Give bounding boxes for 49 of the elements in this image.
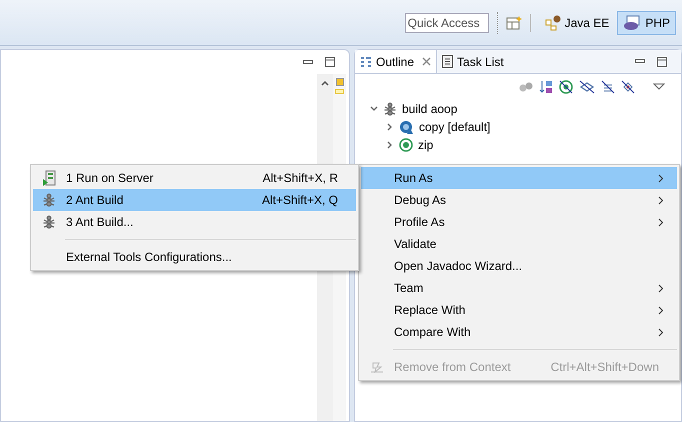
menu-item[interactable]: 3 Ant Build... <box>33 211 356 233</box>
server-run-icon <box>42 170 56 186</box>
maximize-icon[interactable] <box>657 56 667 66</box>
minimize-icon[interactable] <box>303 60 313 64</box>
hide-fields-icon[interactable] <box>579 80 595 94</box>
outline-icon <box>360 56 372 68</box>
ant-icon <box>42 193 56 207</box>
shortcut-label: Alt+Shift+X, Q <box>262 192 339 209</box>
hide-nonpublic-icon[interactable] <box>621 80 635 94</box>
panel-tab[interactable]: Task List <box>437 50 509 73</box>
menu-item[interactable]: Debug As <box>361 189 677 211</box>
tree-item[interactable]: build aoop <box>401 100 458 118</box>
minimize-icon[interactable] <box>635 59 645 64</box>
menu-item[interactable]: Replace With <box>361 299 677 321</box>
scroll-up-icon[interactable] <box>321 80 329 86</box>
menu-item[interactable]: Profile As <box>361 211 677 233</box>
php-perspective-icon <box>623 14 642 30</box>
view-menu-icon[interactable] <box>653 83 665 91</box>
tree-item[interactable]: zip <box>417 136 434 154</box>
warning-marker <box>336 78 344 86</box>
open-perspective-icon[interactable] <box>506 14 522 30</box>
annotation-marker <box>335 89 344 94</box>
menu-item[interactable]: Validate <box>361 233 677 255</box>
menu-item[interactable]: External Tools Configurations... <box>33 246 356 268</box>
menu-item[interactable]: 1 Run on Server Alt+Shift+X, R <box>33 167 356 189</box>
menu-item[interactable]: Compare With <box>361 321 677 343</box>
menu-item[interactable]: Team <box>361 277 677 299</box>
panel-tab[interactable]: Outline <box>355 50 438 73</box>
shortcut-label: Ctrl+Alt+Shift+Down <box>550 359 660 376</box>
close-icon[interactable] <box>422 57 432 66</box>
target-icon <box>399 138 413 152</box>
quick-access-field[interactable]: Quick Access <box>404 12 489 32</box>
perspective-button[interactable]: PHP <box>617 10 676 34</box>
task-list-icon <box>442 55 454 68</box>
shortcut-label: Alt+Shift+X, R <box>262 170 339 187</box>
context-icon <box>370 361 384 373</box>
default-target-icon <box>399 120 414 134</box>
menu-item[interactable]: Run As <box>361 167 677 189</box>
hide-lines-icon[interactable] <box>601 80 615 94</box>
java-perspective-icon <box>544 14 561 30</box>
menu-item[interactable]: 2 Ant Build Alt+Shift+X, Q <box>33 189 356 211</box>
maximize-icon[interactable] <box>325 57 335 67</box>
tree-item[interactable]: copy [default] <box>418 118 492 136</box>
sort-icon[interactable] <box>539 80 553 94</box>
ant-icon <box>42 215 56 229</box>
ant-icon <box>383 102 397 116</box>
target-filter-icon[interactable] <box>559 80 573 94</box>
perspective-button[interactable]: Java EE <box>538 10 616 34</box>
menu-item[interactable]: Open Javadoc Wizard... <box>361 255 677 277</box>
